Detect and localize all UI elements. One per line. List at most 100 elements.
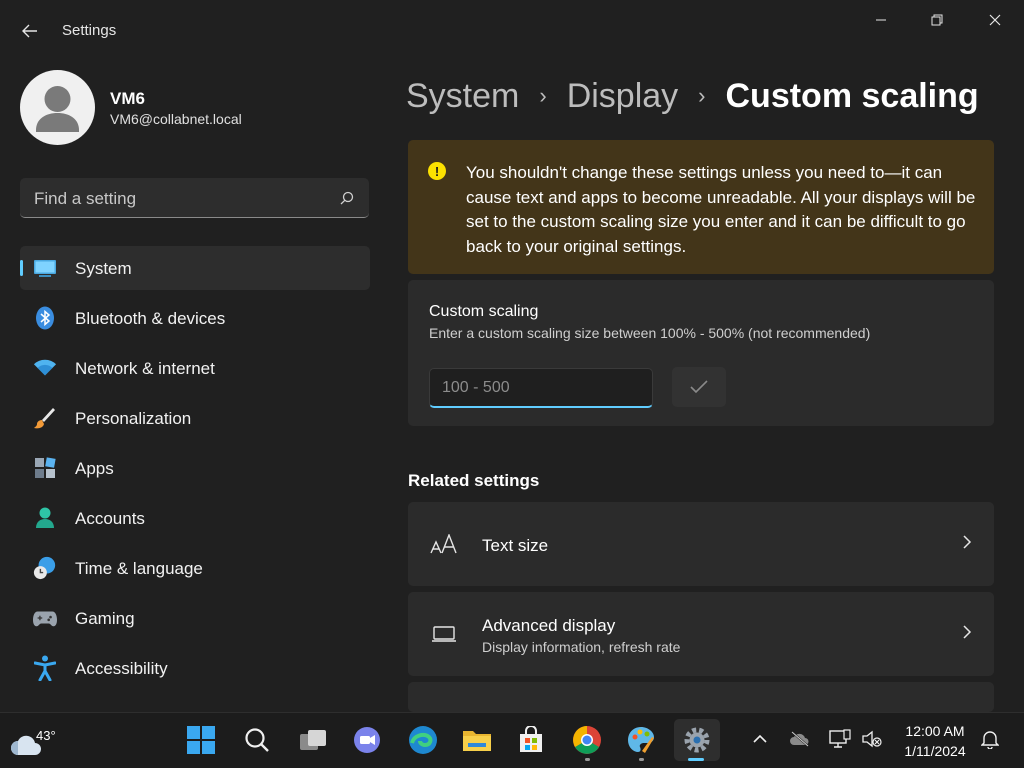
- clock-globe-icon: [33, 556, 57, 580]
- apply-button[interactable]: [672, 367, 726, 407]
- text-size-title: Text size: [482, 536, 549, 555]
- text-size-link[interactable]: Text size: [408, 502, 994, 586]
- sidebar-nav: System Bluetooth & devices Network & int…: [20, 246, 370, 696]
- bluetooth-icon: [33, 306, 57, 330]
- sidebar-item-apps[interactable]: Apps: [20, 446, 370, 490]
- running-indicator: [639, 758, 644, 761]
- back-button[interactable]: [14, 18, 46, 44]
- taskbar-app-file-explorer[interactable]: [456, 719, 498, 761]
- profile-name: VM6: [110, 89, 145, 108]
- page-title: Custom scaling: [725, 76, 979, 115]
- accounts-icon: [33, 507, 57, 529]
- restore-button[interactable]: [914, 6, 960, 34]
- gear-icon: [684, 727, 710, 753]
- taskbar: 43° 12:00 AM 1/11/2024: [0, 712, 1024, 768]
- custom-scaling-input[interactable]: [429, 368, 653, 408]
- network-tray-button[interactable]: [828, 727, 852, 751]
- chevron-right-icon: [962, 624, 972, 645]
- notifications-button[interactable]: [978, 727, 1002, 751]
- warning-banner: ! You shouldn't change these settings un…: [408, 140, 994, 274]
- sidebar-item-network[interactable]: Network & internet: [20, 346, 370, 390]
- profile-email: VM6@collabnet.local: [110, 111, 242, 127]
- volume-muted-icon: [862, 730, 882, 748]
- paint-palette-icon: [628, 727, 654, 753]
- related-settings-card-partial[interactable]: [408, 682, 994, 712]
- advanced-display-subtitle: Display information, refresh rate: [482, 639, 681, 655]
- breadcrumb: System › Display › Custom scaling: [406, 74, 979, 118]
- related-settings-title: Related settings: [408, 471, 540, 490]
- sidebar-item-label: System: [75, 259, 132, 278]
- search-icon: [339, 190, 355, 211]
- accessibility-icon: [33, 655, 57, 681]
- sidebar-item-accessibility[interactable]: Accessibility: [20, 646, 370, 690]
- clock-time: 12:00 AM: [905, 723, 965, 739]
- sidebar-item-label: Gaming: [75, 609, 135, 628]
- sidebar-item-label: Time & language: [75, 559, 203, 578]
- sidebar-item-gaming[interactable]: Gaming: [20, 596, 370, 640]
- minimize-button[interactable]: [858, 6, 904, 34]
- taskbar-app-teams[interactable]: [346, 719, 388, 761]
- bell-icon: [981, 731, 999, 749]
- sidebar-item-label: Personalization: [75, 409, 192, 428]
- chrome-browser-icon: [573, 726, 601, 754]
- sidebar-item-bluetooth[interactable]: Bluetooth & devices: [20, 296, 370, 340]
- breadcrumb-system[interactable]: System: [406, 77, 519, 116]
- weather-temp: 43°: [36, 728, 56, 743]
- windows-logo-icon: [187, 726, 215, 754]
- advanced-display-link[interactable]: Advanced display Display information, re…: [408, 592, 994, 676]
- brush-icon: [33, 407, 57, 429]
- task-view-button[interactable]: [292, 719, 334, 761]
- taskbar-app-edge[interactable]: [402, 719, 444, 761]
- system-icon: [33, 257, 57, 279]
- show-hidden-icons-button[interactable]: [748, 727, 772, 751]
- active-app-indicator: [688, 758, 704, 761]
- sidebar-item-personalization[interactable]: Personalization: [20, 396, 370, 440]
- taskbar-app-chrome[interactable]: [566, 719, 608, 761]
- warning-icon: !: [428, 162, 446, 180]
- advanced-display-title: Advanced display: [482, 616, 616, 635]
- system-clock[interactable]: 12:00 AM 1/11/2024: [895, 721, 975, 761]
- video-chat-icon: [354, 727, 380, 753]
- taskbar-app-store[interactable]: [510, 719, 552, 761]
- cloud-offline-icon: [790, 731, 809, 747]
- edge-browser-icon: [409, 726, 437, 754]
- gamepad-icon: [33, 607, 57, 629]
- apps-icon: [33, 457, 57, 479]
- taskbar-app-paint[interactable]: [620, 719, 662, 761]
- custom-scaling-description: Enter a custom scaling size between 100%…: [429, 325, 871, 341]
- custom-scaling-title: Custom scaling: [429, 303, 539, 320]
- sidebar-item-label: Bluetooth & devices: [75, 309, 226, 328]
- avatar[interactable]: [20, 70, 95, 145]
- taskbar-app-settings[interactable]: [674, 719, 720, 761]
- custom-scaling-card: Custom scaling Enter a custom scaling si…: [408, 280, 994, 426]
- sidebar-item-time-language[interactable]: Time & language: [20, 546, 370, 590]
- sidebar-item-label: Network & internet: [75, 359, 215, 378]
- minimize-icon: [876, 19, 886, 21]
- sidebar-item-system[interactable]: System: [20, 246, 370, 290]
- sidebar-item-label: Apps: [75, 459, 114, 478]
- search-icon: [245, 728, 269, 752]
- checkmark-icon: [690, 380, 708, 394]
- start-button[interactable]: [180, 719, 222, 761]
- search-input[interactable]: Find a setting: [20, 178, 369, 218]
- warning-text: You shouldn't change these settings unle…: [466, 163, 976, 256]
- onedrive-tray-button[interactable]: [788, 727, 812, 751]
- breadcrumb-display[interactable]: Display: [567, 77, 678, 116]
- weather-widget[interactable]: 43°: [10, 721, 56, 761]
- breadcrumb-chevron-icon: ›: [539, 83, 547, 108]
- monitor-network-icon: [829, 729, 851, 748]
- close-button[interactable]: [972, 6, 1018, 34]
- volume-tray-button[interactable]: [860, 727, 884, 751]
- sidebar-item-label: Accounts: [75, 509, 145, 528]
- sidebar-item-accounts[interactable]: Accounts: [20, 496, 370, 540]
- folder-icon: [463, 731, 491, 751]
- restore-icon: [931, 14, 943, 26]
- store-icon: [520, 726, 542, 752]
- sidebar-item-label: Accessibility: [75, 659, 168, 678]
- close-icon: [989, 14, 1001, 26]
- taskbar-search-button[interactable]: [236, 719, 278, 761]
- clock-date: 1/11/2024: [904, 743, 966, 759]
- task-view-icon: [300, 730, 326, 750]
- running-indicator: [585, 758, 590, 761]
- title-bar: Settings: [0, 0, 1024, 60]
